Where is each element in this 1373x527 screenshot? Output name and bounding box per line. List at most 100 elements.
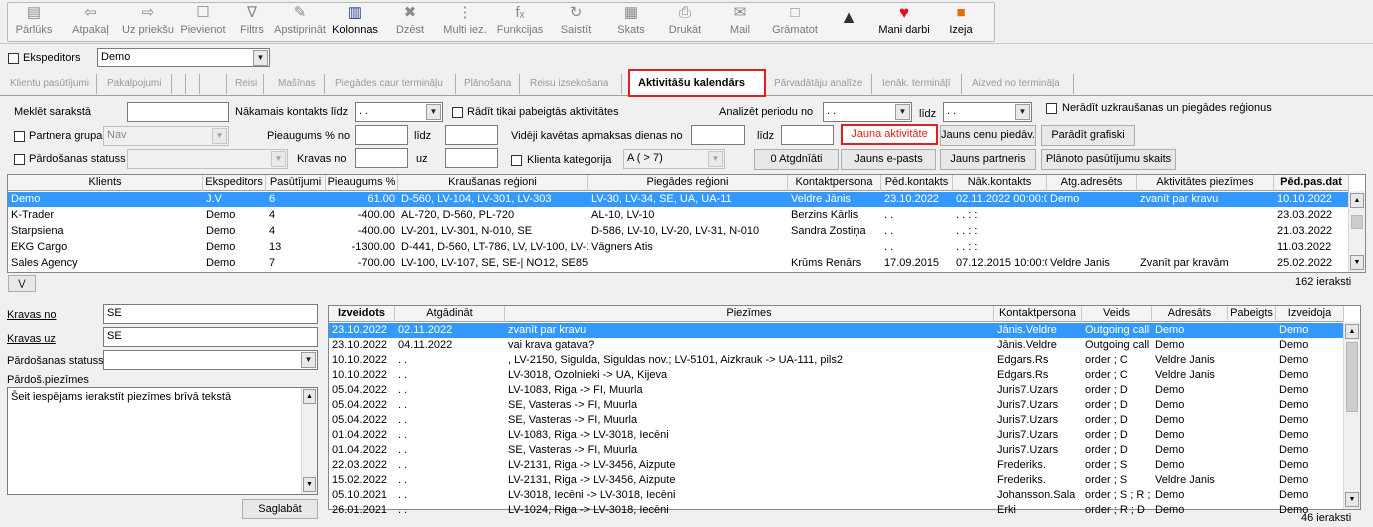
- table-row[interactable]: EKG Cargo Demo 13 -1300.00 D-441, D-560, LT-…: [8, 240, 1349, 255]
- column-header-kontaktpersona[interactable]: Kontaktpersona: [788, 175, 881, 191]
- column-header-kontaktpersona[interactable]: Kontaktpersona: [994, 306, 1082, 322]
- table-row[interactable]: 15.02.2022 . . LV-2131, Riga -> LV-3456, A…: [329, 473, 1344, 488]
- scroll-up-icon[interactable]: ▲: [1350, 193, 1364, 208]
- new-partner-button[interactable]: Jauns partneris: [940, 149, 1036, 170]
- new-activity-button[interactable]: Jauna aktivitāte: [841, 124, 938, 145]
- column-header-pabeigts[interactable]: Pabeigts: [1228, 306, 1276, 322]
- tab-blank-3[interactable]: [190, 74, 200, 94]
- table-row[interactable]: 05.04.2022 . . SE, Vasteras -> FI, Muurla J…: [329, 398, 1344, 413]
- toolbar-button-saistit[interactable]: ↻ Saistīt: [556, 3, 596, 41]
- toolbar-button-filtrs[interactable]: ∇ Filtrs: [238, 3, 266, 41]
- tab-parvadataju-analize[interactable]: Pārvadātāju analīze: [770, 74, 872, 94]
- toolbar-button-mail[interactable]: ✉ Mail: [726, 3, 754, 41]
- analyze-to-date[interactable]: . . ▼: [943, 102, 1032, 122]
- toolbar-button-pievienot[interactable]: ☐ Pievienot: [178, 3, 228, 41]
- toolbar-button-notifications[interactable]: ▲: [836, 3, 862, 41]
- toolbar-button-multi-iez[interactable]: ⋮ Multi iez.: [440, 3, 490, 41]
- column-header-izveidots[interactable]: Izveidots: [329, 306, 395, 322]
- growth-from-input[interactable]: [355, 125, 408, 145]
- show-planned-checkbox[interactable]: [452, 107, 463, 118]
- column-header-izveidoja[interactable]: Izveidoja: [1276, 306, 1344, 322]
- growth-to-input[interactable]: [445, 125, 498, 145]
- table-row[interactable]: 26.01.2021 . . LV-1024, Riga -> LV-3018, I…: [329, 503, 1344, 518]
- notes-scrollbar[interactable]: ▲ ▼: [301, 388, 317, 494]
- table-row[interactable]: K-Trader Demo 4 -400.00 AL-720, D-560, PL-72…: [8, 208, 1349, 223]
- tab-blank-4[interactable]: [204, 74, 227, 94]
- tab-reisi[interactable]: Reisi: [231, 74, 264, 94]
- sales-status-detail-select[interactable]: ▼: [103, 350, 318, 370]
- table-row[interactable]: 01.04.2022 . . SE, Vasteras -> FI, Muurla J…: [329, 443, 1344, 458]
- scroll-thumb[interactable]: [1351, 215, 1363, 229]
- toolbar-button-izeja[interactable]: ■ Izeja: [943, 3, 979, 41]
- column-header-krausanas-regioni[interactable]: Kraušanas reģioni: [398, 175, 588, 191]
- no-regions-checkbox[interactable]: [1046, 103, 1057, 114]
- column-header-ped-kontakts[interactable]: Pēd.kontakts: [881, 175, 953, 191]
- toolbar-button-parluks[interactable]: ▤ Pārlūks: [14, 3, 54, 41]
- expeditor-checkbox[interactable]: [8, 53, 19, 64]
- tab-aktivitasu-kalendars[interactable]: Aktivitāšu kalendārs: [628, 69, 766, 97]
- next-contact-date[interactable]: . . ▼: [355, 102, 443, 122]
- tab-pakalpojumi[interactable]: Pakalpojumi: [103, 74, 172, 94]
- tab-reisu-izsekosana[interactable]: Reisu izsekošana: [526, 74, 622, 94]
- table-row[interactable]: 01.04.2022 . . LV-1083, Riga -> LV-3018, I…: [329, 428, 1344, 443]
- cargo-to-detail-input[interactable]: SE: [103, 327, 318, 347]
- table-row[interactable]: 05.10.2021 . . LV-3018, Iecēni -> LV-3018,…: [329, 488, 1344, 503]
- client-category-checkbox[interactable]: [511, 155, 522, 166]
- toolbar-button-uz-prieksu[interactable]: ⇨ Uz priekšu: [118, 3, 178, 41]
- table-row[interactable]: 10.10.2022 . . LV-3018, Ozolnieki -> UA, K…: [329, 368, 1344, 383]
- column-header-ekspeditors[interactable]: Ekspeditors: [203, 175, 266, 191]
- table-row[interactable]: 23.10.2022 04.11.2022 vai krava gatava? Jān…: [329, 338, 1344, 353]
- table-row[interactable]: 23.10.2022 02.11.2022 zvanīt par kravu Jāni…: [329, 323, 1344, 338]
- planned-orders-button[interactable]: Plānoto pasūtījumu skaits: [1041, 149, 1176, 170]
- avg-delay-to-input[interactable]: [781, 125, 834, 145]
- table-row[interactable]: Sales Agency Demo 7 -700.00 LV-100, LV-107, …: [8, 256, 1349, 271]
- search-input[interactable]: [127, 102, 229, 122]
- column-header-klients[interactable]: Klients: [8, 175, 203, 191]
- column-header-atg-adresets[interactable]: Atg.adresēts: [1047, 175, 1137, 191]
- table-row[interactable]: 05.04.2022 . . LV-1083, Riga -> FI, Muurla…: [329, 383, 1344, 398]
- toolbar-button-dzest[interactable]: ✖ Dzēst: [390, 3, 430, 41]
- save-button[interactable]: Saglabāt: [242, 499, 318, 519]
- notes-textarea[interactable]: Šeit iespējams ierakstīt piezīmes brīvā …: [7, 387, 318, 495]
- cargo-from-detail-input[interactable]: SE: [103, 304, 318, 324]
- sales-status-checkbox[interactable]: [14, 154, 25, 165]
- new-price-offer-button[interactable]: Jauns cenu piedāv.: [940, 125, 1036, 146]
- toolbar-button-mani-darbi[interactable]: ♥ Mani darbi: [872, 3, 936, 41]
- tab-klientu-pasutijumi[interactable]: Klientu pasūtījumi: [6, 74, 97, 94]
- tab-planosana[interactable]: Plānošana: [460, 74, 520, 94]
- column-header-aktivitates-piezimes[interactable]: Aktivitātes piezīmes: [1137, 175, 1274, 191]
- scroll-down-icon[interactable]: ▼: [1350, 255, 1364, 270]
- expeditor-select[interactable]: Demo ▼: [97, 48, 270, 67]
- expand-chevron-icon[interactable]: ⋁: [8, 275, 36, 292]
- toolbar-button-drukat[interactable]: ⎙ Drukāt: [664, 3, 706, 41]
- column-header-pasutijumi[interactable]: Pasūtījumi: [266, 175, 326, 191]
- table-row[interactable]: Starpsiena Demo 4 -400.00 LV-201, LV-301, N-…: [8, 224, 1349, 239]
- tab-masinas[interactable]: Mašīnas: [274, 74, 325, 94]
- new-email-button[interactable]: Jauns e-pasts: [841, 149, 936, 170]
- scroll-down-icon[interactable]: ▼: [1345, 492, 1359, 507]
- toolbar-button-funkcijas[interactable]: fₓ Funkcijas: [494, 3, 546, 41]
- toolbar-button-gramatot[interactable]: □ Grāmatot: [770, 3, 820, 41]
- column-header-nak-kontakts[interactable]: Nāk.kontakts: [953, 175, 1047, 191]
- tab-piegades-caur-terminalu[interactable]: Piegādes caur termināļu: [331, 74, 456, 94]
- column-header-veids[interactable]: Veids: [1082, 306, 1152, 322]
- clients-scrollbar[interactable]: ▲ ▼: [1348, 191, 1365, 272]
- column-header-ped-pas-dat[interactable]: Pēd.pas.dat: [1274, 175, 1349, 191]
- column-header-pieaugums[interactable]: Pieaugums %: [326, 175, 398, 191]
- sales-status-select[interactable]: ▼: [127, 149, 288, 169]
- scroll-down-icon[interactable]: ▼: [303, 477, 316, 492]
- column-header-adresats[interactable]: Adresāts: [1152, 306, 1228, 322]
- scroll-up-icon[interactable]: ▲: [1345, 324, 1359, 339]
- table-row[interactable]: 22.03.2022 . . LV-2131, Riga -> LV-3456, A…: [329, 458, 1344, 473]
- toolbar-button-apstiprinat[interactable]: ✎ Apstiprināt: [272, 3, 328, 41]
- analyze-from-date[interactable]: . . ▼: [823, 102, 912, 122]
- toolbar-button-atpakal[interactable]: ⇦ Atpakaļ: [68, 3, 113, 41]
- partner-group-checkbox[interactable]: [14, 131, 25, 142]
- scroll-up-icon[interactable]: ▲: [303, 389, 316, 404]
- table-row[interactable]: Demo J.V 6 61.00 D-560, LV-104, LV-301, LV-3…: [8, 192, 1349, 207]
- show-graph-button[interactable]: Parādīt grafiski: [1041, 125, 1135, 146]
- table-row[interactable]: 05.04.2022 . . SE, Vasteras -> FI, Muurla J…: [329, 413, 1344, 428]
- cargo-to-input[interactable]: [445, 148, 498, 168]
- tab-blank-2[interactable]: [176, 74, 186, 94]
- table-row[interactable]: 10.10.2022 . . , LV-2150, Sigulda, Sigulda…: [329, 353, 1344, 368]
